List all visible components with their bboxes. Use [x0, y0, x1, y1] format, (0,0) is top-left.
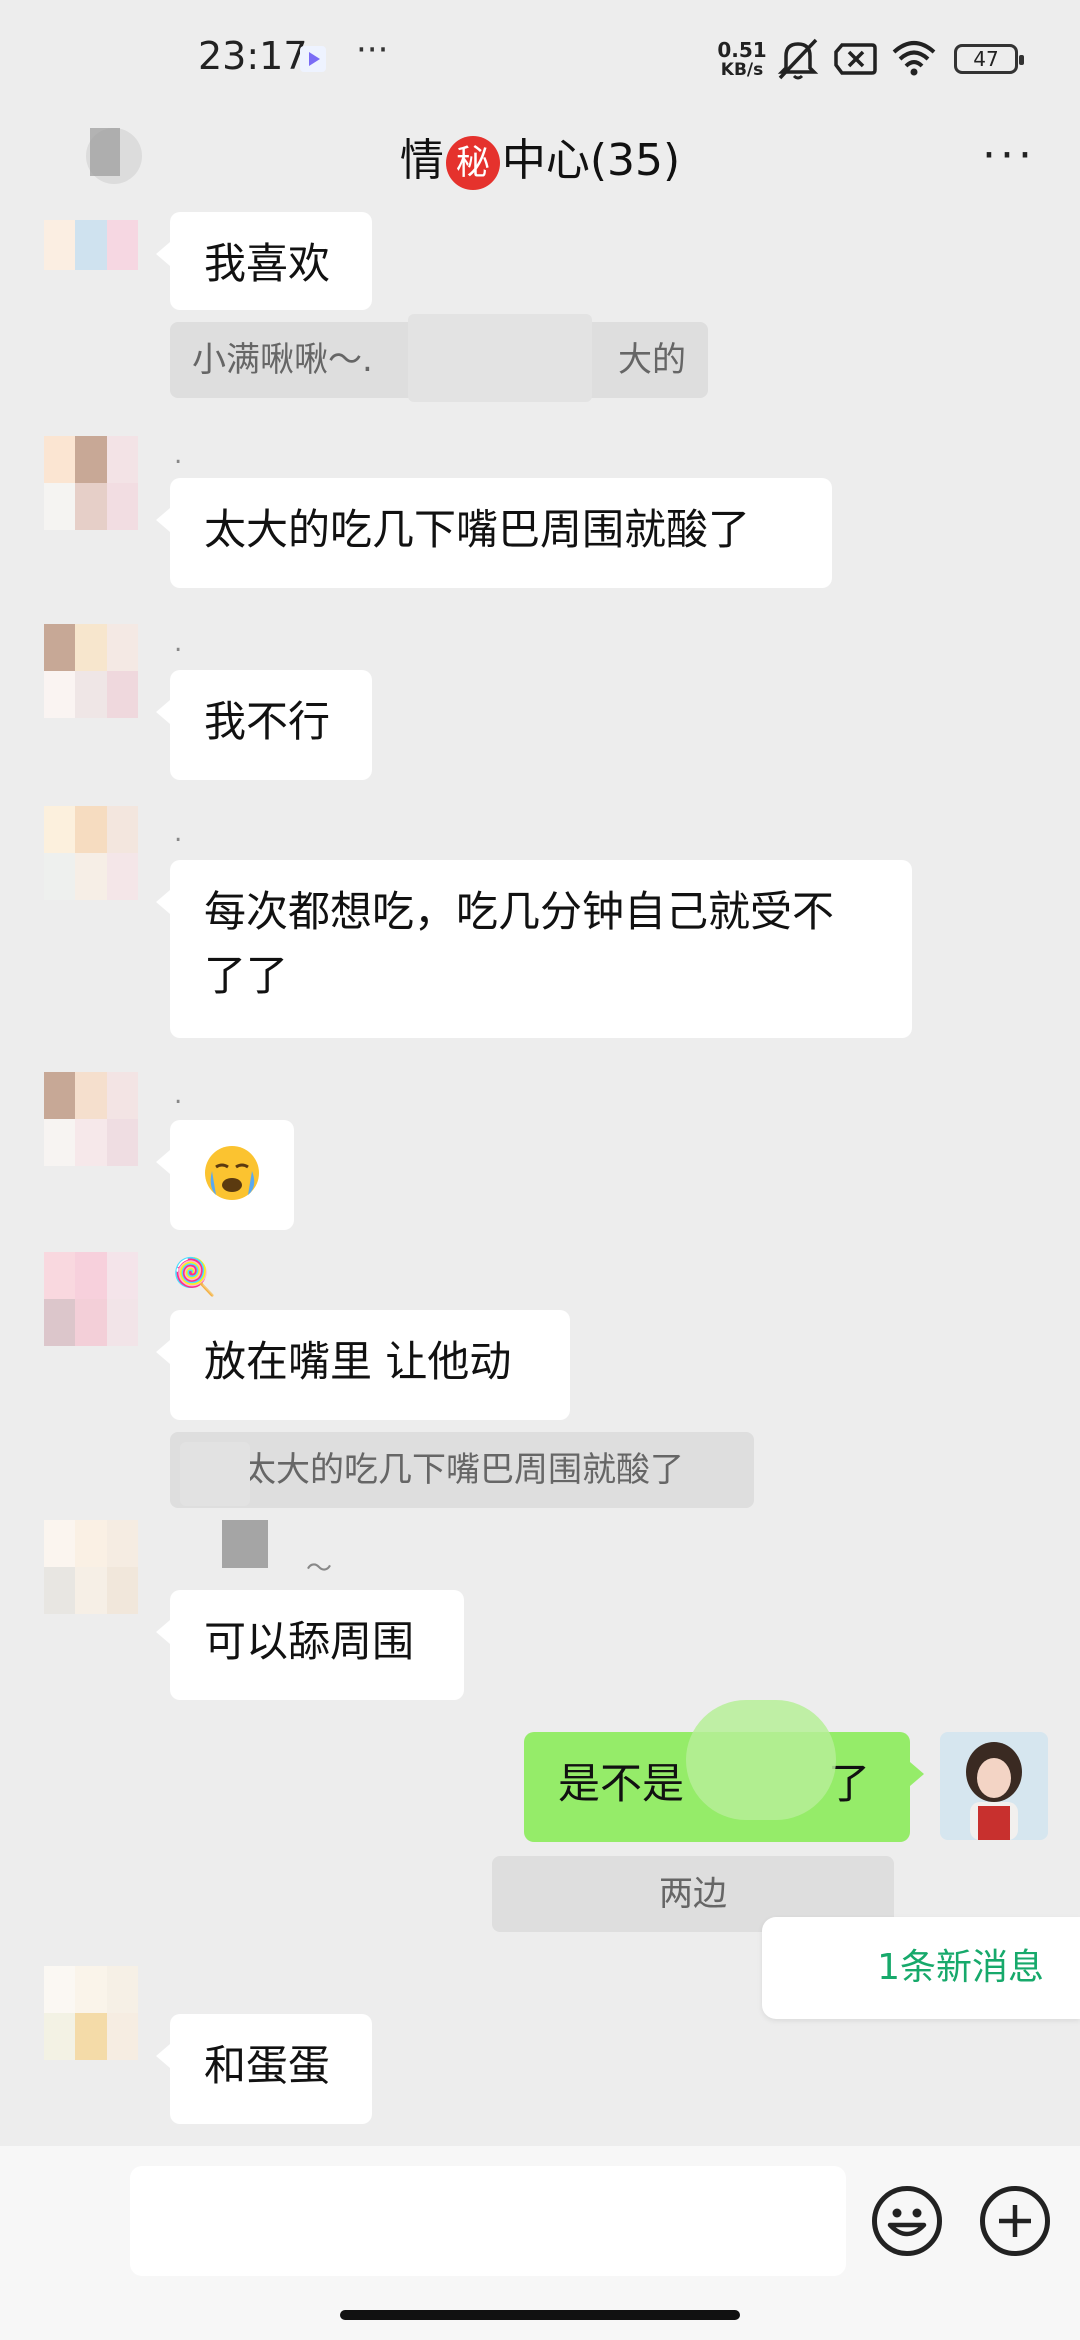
chat-title-left: 情 — [399, 135, 444, 186]
message-input[interactable] — [130, 2166, 846, 2276]
avatar[interactable] — [44, 1966, 138, 2060]
video-app-icon — [300, 46, 326, 72]
status-time: 23:17 — [198, 34, 308, 78]
blurred-nickname — [222, 1520, 268, 1568]
network-speed-value: 0.51 — [717, 38, 767, 62]
chat-title: 情秘中心(35) — [0, 124, 1080, 190]
avatar[interactable] — [44, 220, 138, 270]
network-speed-unit: KB/s — [720, 60, 764, 80]
avatar[interactable] — [44, 1252, 138, 1346]
avatar[interactable] — [44, 1520, 138, 1614]
avatar[interactable] — [44, 806, 138, 900]
quote-text-tail: 大的 — [618, 340, 686, 380]
message-bubble[interactable]: 我不行 — [156, 670, 372, 780]
smiley-icon — [887, 2208, 927, 2237]
message-bubble[interactable] — [156, 1120, 294, 1230]
wifi-icon — [890, 38, 938, 82]
battery-indicator: 47 — [954, 44, 1024, 74]
crying-face-icon — [205, 1145, 259, 1200]
avatar[interactable] — [44, 624, 138, 718]
no-sim-icon — [834, 42, 878, 80]
chat-title-right: 中心(35) — [501, 135, 681, 186]
sender-name: ～ — [306, 1554, 333, 1584]
status-more: ··· — [356, 30, 389, 70]
message-bubble[interactable]: 放在嘴里 让他动 — [156, 1310, 570, 1420]
avatar[interactable] — [44, 1072, 138, 1166]
emoji-button[interactable] — [872, 2186, 942, 2256]
home-indicator[interactable] — [340, 2310, 740, 2320]
network-speed: 0.51 KB/s — [716, 40, 768, 80]
message-bubble[interactable]: 可以舔周围 — [156, 1590, 464, 1700]
avatar[interactable] — [44, 436, 138, 530]
plus-icon — [999, 2205, 1031, 2237]
sender-name: 🍭 — [172, 1257, 217, 1298]
blur-overlay — [686, 1700, 836, 1820]
new-messages-indicator[interactable]: 1条新消息 — [762, 1917, 1080, 2019]
sender-name: . — [174, 818, 183, 848]
message-bubble[interactable]: 太大的吃几下嘴巴周围就酸了 — [156, 478, 832, 588]
message-bubble[interactable]: 每次都想吃，吃几分钟自己就受不 了了 — [156, 860, 912, 1038]
message-bubble[interactable]: 我喜欢 — [156, 212, 372, 310]
secret-badge: 秘 — [445, 136, 500, 190]
quote-text: 小满啾啾～. — [192, 340, 373, 380]
more-actions-button[interactable] — [980, 2186, 1050, 2256]
blur-overlay — [408, 314, 592, 402]
message-line: 了了 — [204, 951, 289, 1000]
my-avatar[interactable] — [940, 1732, 1048, 1840]
sender-name: . — [174, 440, 183, 470]
message-text: 是不是 — [558, 1759, 685, 1808]
message-bubble[interactable]: 和蛋蛋 — [156, 2014, 372, 2124]
sender-name: . — [174, 1080, 183, 1110]
blur-overlay — [180, 1442, 250, 1506]
message-line: 每次都想吃，吃几分钟自己就受不 — [204, 887, 835, 936]
sender-name: . — [174, 628, 183, 658]
mute-bell-icon — [774, 36, 822, 86]
quoted-message[interactable]: 太大的吃几下嘴巴周围就酸了 — [170, 1432, 754, 1508]
chat-menu-button[interactable]: ··· — [982, 130, 1036, 181]
